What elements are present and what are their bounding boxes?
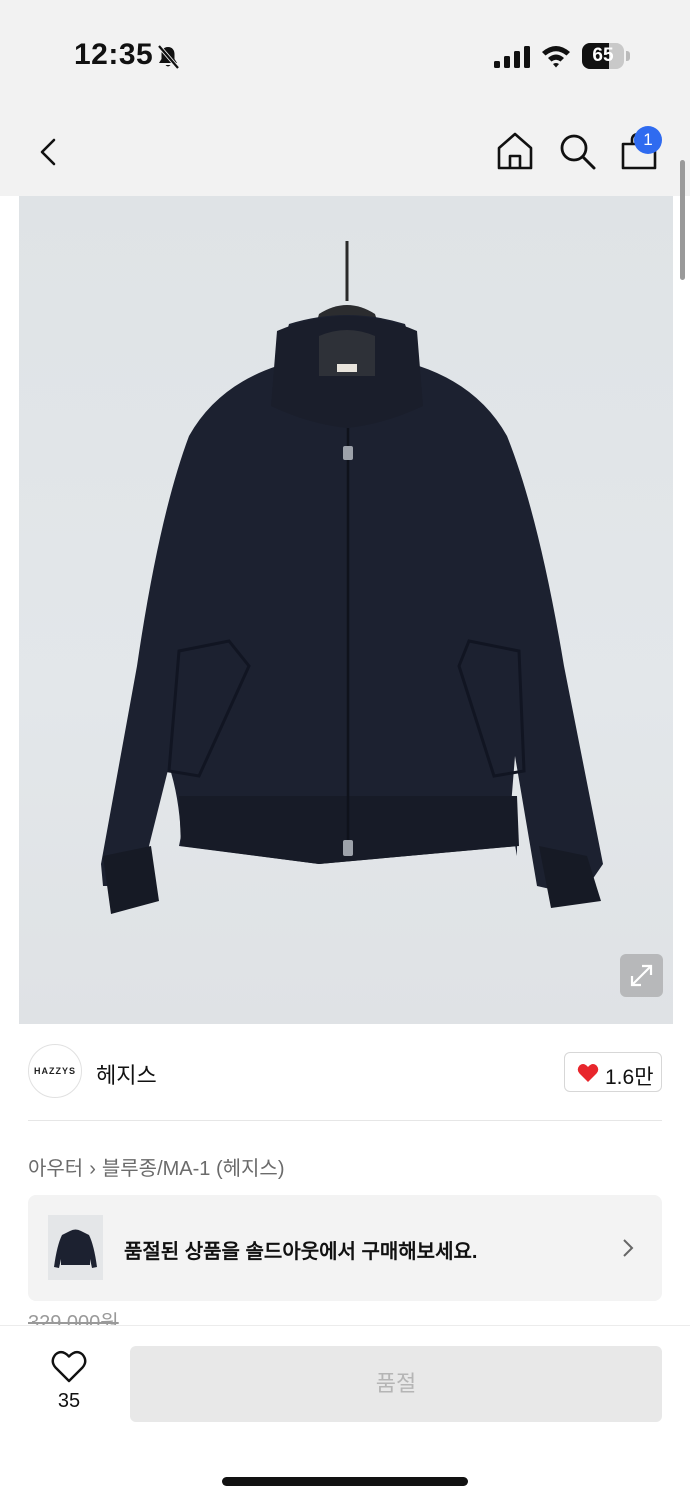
brand-logo[interactable]: HAZZYS [28,1044,82,1098]
top-nav-bar [0,110,690,196]
battery-level: 65 [592,45,614,66]
soldout-banner-text: 품절된 상품을 솔드아웃에서 구매해보세요. [124,1241,478,1263]
status-time: 12:35 [74,38,154,71]
chevron-right-icon: › [89,1158,96,1180]
home-icon[interactable] [494,130,536,172]
expand-icon[interactable] [620,954,663,997]
category-primary[interactable]: 아우터 [28,1158,83,1180]
jacket-photo [101,241,603,914]
battery-icon: 65 [582,43,630,69]
chevron-right-icon [623,1239,634,1257]
product-image[interactable] [19,196,673,1024]
bottom-action-bar: 35 품절 [0,1325,690,1500]
search-icon[interactable] [556,130,598,172]
divider [28,1120,662,1121]
home-indicator[interactable] [222,1477,468,1486]
status-bar: 12:35 65 [0,0,690,110]
soldout-banner[interactable]: 품절된 상품을 솔드아웃에서 구매해보세요. [28,1195,662,1301]
scrollbar[interactable] [680,160,685,280]
jacket-thumbnail-icon [48,1215,103,1280]
brand-like-count: 1.6만 [605,1066,654,1089]
soldout-button[interactable]: 품절 [130,1346,662,1422]
brand-like-button[interactable]: 1.6만 [564,1052,662,1092]
brand-name[interactable]: 헤지스 [96,1058,157,1090]
bell-off-icon [157,44,180,70]
cart-count-badge: 1 [634,126,662,154]
wishlist-button[interactable]: 35 [40,1346,98,1420]
signal-icon [494,46,530,68]
heart-outline-icon [51,1351,87,1383]
banner-thumbnail [48,1215,103,1280]
chevron-left-icon[interactable] [30,132,70,172]
category-breadcrumb: 아우터 › 블루종/MA-1 (헤지스) [28,1152,285,1181]
heart-filled-icon [577,1064,599,1082]
category-secondary[interactable]: 블루종/MA-1 (헤지스) [102,1158,285,1180]
wishlist-count: 35 [57,1390,81,1412]
wifi-icon [542,46,570,68]
